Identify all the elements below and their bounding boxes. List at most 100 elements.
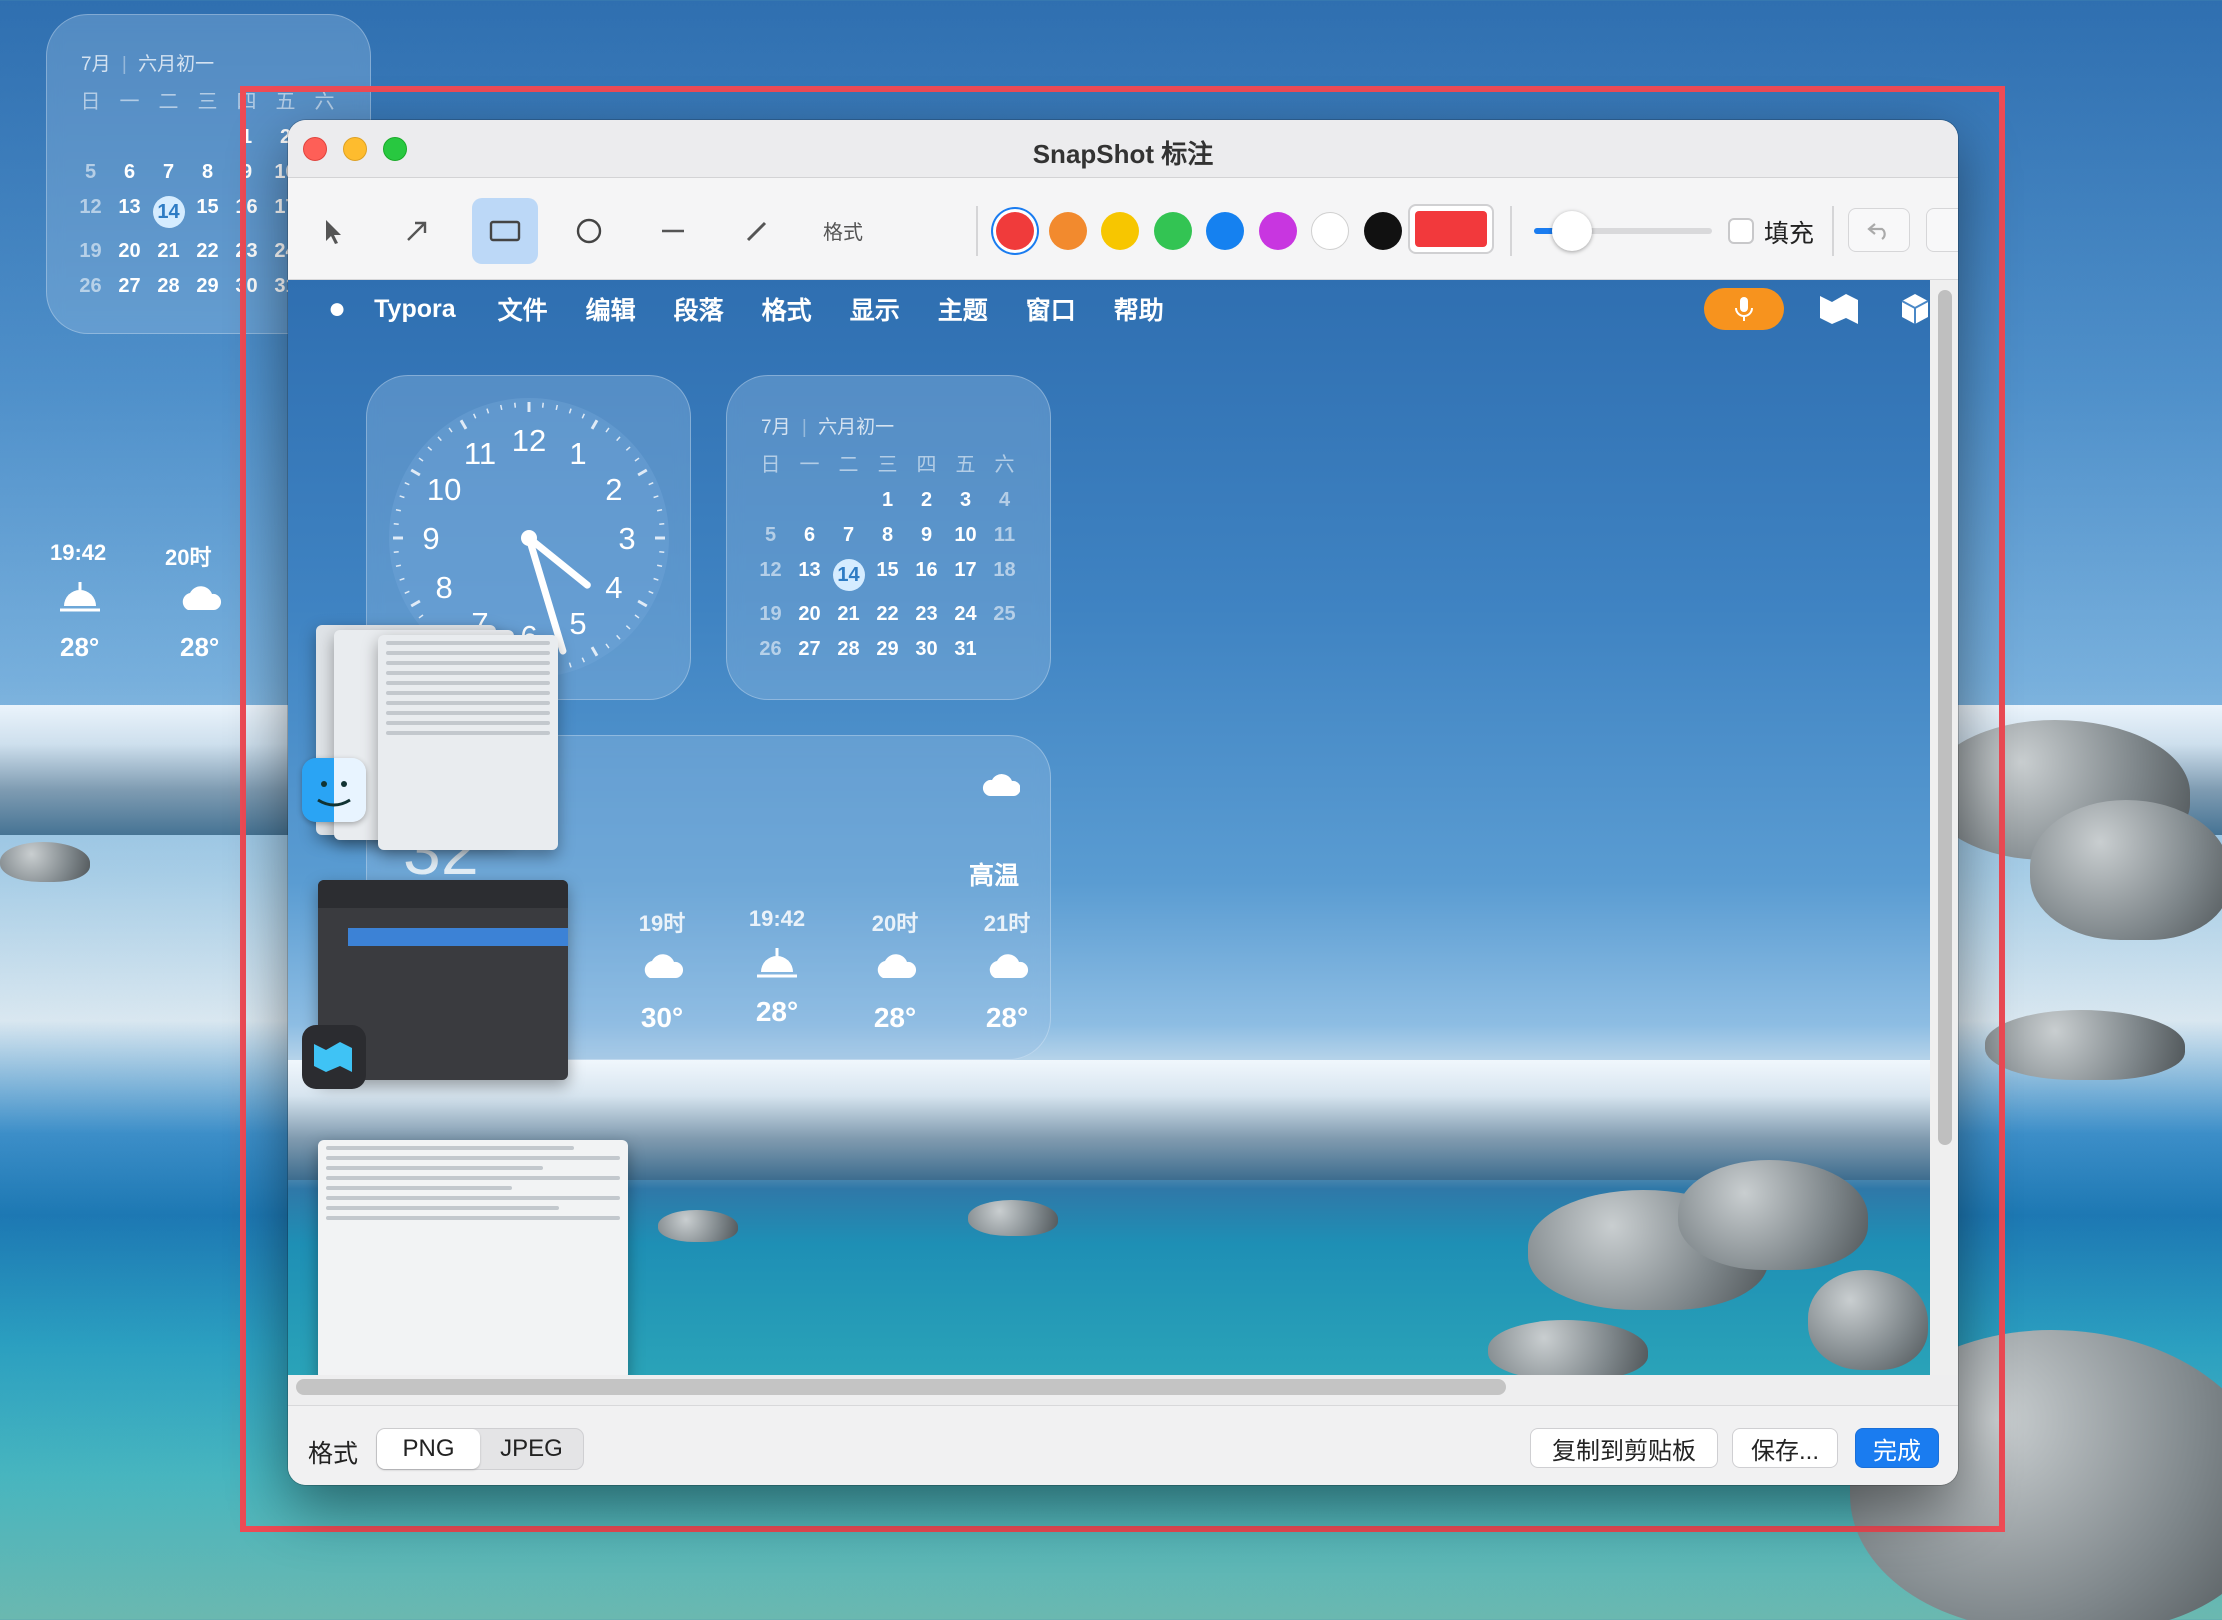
calendar-day: 21 [837, 603, 860, 625]
fill-checkbox[interactable] [1728, 218, 1754, 244]
calendar-day: 19 [759, 603, 782, 625]
color-swatch[interactable] [1258, 212, 1297, 250]
color-swatch[interactable] [1206, 212, 1244, 250]
slider-knob[interactable] [1552, 211, 1592, 251]
calendar-day: 14 [829, 559, 868, 591]
clock-tick [555, 404, 559, 411]
calendar-day: 17 [954, 559, 977, 581]
color-swatch[interactable] [1311, 212, 1349, 250]
map-icon[interactable] [1818, 292, 1860, 331]
horizontal-scroll-thumb[interactable] [296, 1379, 1506, 1395]
color-swatch[interactable] [1153, 212, 1192, 250]
weekday-label: 六 [994, 454, 1015, 476]
jpeg-option[interactable]: JPEG [480, 1429, 583, 1469]
menu-item-file[interactable]: 文件 [498, 291, 548, 327]
color-swatch[interactable] [1048, 212, 1087, 250]
calendar-grid: 日一二三四五六 1 2 3 4 5 6 7 8 9 10 11 12 13 14 15 16 17 18 19 20 21… [751, 448, 1024, 661]
pen-tool[interactable] [724, 198, 790, 264]
calendar-day: 12 [759, 559, 782, 581]
calendar-day: 20 [798, 603, 821, 625]
calendar-day: 27 [118, 275, 141, 297]
calendar-day: 3 [959, 489, 972, 511]
background-rock [2030, 800, 2222, 940]
calendar-month: 7月 [81, 54, 111, 75]
calendar-day: 26 [759, 638, 782, 660]
done-button[interactable]: 完成 [1855, 1428, 1939, 1468]
png-option[interactable]: PNG [377, 1429, 480, 1469]
clock-number: 5 [569, 606, 586, 641]
calendar-day: 5 [84, 161, 97, 183]
calendar-day: 28 [837, 638, 860, 660]
infuse-icon[interactable] [302, 1025, 366, 1089]
line-width-slider[interactable] [1534, 211, 1712, 251]
rectangle-tool[interactable] [472, 198, 538, 264]
copy-to-clipboard-button[interactable]: 复制到剪贴板 [1530, 1428, 1718, 1468]
menu-item-paragraph[interactable]: 段落 [674, 291, 724, 327]
format-segmented-control[interactable]: PNG JPEG [376, 1428, 584, 1470]
color-swatch[interactable] [996, 212, 1034, 250]
menu-item-help[interactable]: 帮助 [1114, 291, 1164, 327]
vertical-scroll-thumb[interactable] [1938, 290, 1952, 1145]
redo-button[interactable] [1926, 208, 1958, 252]
calendar-day: 7 [842, 524, 855, 546]
canvas-rock [658, 1210, 738, 1242]
menu-item-edit[interactable]: 编辑 [586, 291, 636, 327]
microphone-icon[interactable] [1704, 288, 1784, 330]
calendar-day: 2 [920, 489, 933, 511]
calendar-day: 27 [798, 638, 821, 660]
menu-app[interactable]: Typora [374, 295, 456, 324]
weekday-label: 三 [877, 454, 898, 476]
calendar-day: 30 [915, 638, 938, 660]
menu-item-view[interactable]: 显示 [850, 291, 900, 327]
current-color-button[interactable] [1408, 204, 1494, 254]
forecast-temp: 28° [985, 1002, 1029, 1033]
divider [1832, 206, 1834, 256]
snapshot-window: SnapShot 标注 格式 填充 ● Typora 文件 编辑 段落 格式 显… [288, 120, 1958, 1485]
calendar-day [829, 489, 868, 512]
calendar-day: 22 [876, 603, 899, 625]
menu-item-theme[interactable]: 主题 [938, 291, 988, 327]
calendar-day: 8 [201, 161, 214, 183]
calendar-day [149, 126, 188, 149]
canvas-rock [968, 1200, 1058, 1236]
weather-temp: 28° [60, 632, 100, 662]
color-swatch[interactable] [1363, 212, 1402, 250]
calendar-day: 6 [803, 524, 816, 546]
arrow-tool[interactable] [384, 198, 450, 264]
calendar-day: 4 [998, 489, 1011, 511]
line-tool[interactable] [640, 198, 706, 264]
format-label[interactable]: 格式 [823, 216, 863, 245]
calendar-day: 31 [954, 638, 977, 660]
apple-icon[interactable]: ● [328, 292, 346, 326]
undo-button[interactable] [1848, 208, 1910, 252]
finder-window-thumbnail[interactable] [378, 635, 558, 850]
document-window-thumbnail[interactable] [318, 1140, 628, 1375]
clock-number: 2 [605, 472, 622, 507]
format-label: 格式 [308, 1440, 359, 1468]
menu-item-window[interactable]: 窗口 [1026, 291, 1076, 327]
ellipse-tool[interactable] [556, 198, 622, 264]
calendar-day: 15 [876, 559, 899, 581]
screenshot-canvas[interactable]: ● Typora 文件 编辑 段落 格式 显示 主题 窗口 帮助 12 1 2 3 4 5… [288, 280, 1930, 1375]
title-bar[interactable]: SnapShot 标注 [288, 120, 1958, 178]
select-tool[interactable] [300, 198, 366, 264]
today-marker: 14 [832, 559, 865, 591]
save-button[interactable]: 保存... [1732, 1428, 1838, 1468]
calendar-day: 23 [915, 603, 938, 625]
menu-item-format[interactable]: 格式 [762, 291, 812, 327]
calendar-day: 10 [954, 524, 977, 546]
calendar-day: 1 [881, 489, 894, 511]
calendar-day: 18 [993, 559, 1016, 581]
finder-icon[interactable] [302, 758, 366, 822]
current-color-preview [1415, 211, 1487, 247]
calendar-day: 12 [79, 196, 102, 218]
background-weather: 19:42 20时 28° 28° [40, 540, 260, 670]
line-icon [662, 229, 684, 233]
color-swatch[interactable] [1101, 212, 1139, 250]
clock-number: 8 [436, 570, 453, 605]
cube-icon[interactable] [1900, 292, 1930, 331]
sunset-icon [58, 580, 102, 614]
canvas-rock [1808, 1270, 1928, 1370]
sunset-icon [732, 932, 822, 988]
background-rock [1985, 1010, 2185, 1080]
